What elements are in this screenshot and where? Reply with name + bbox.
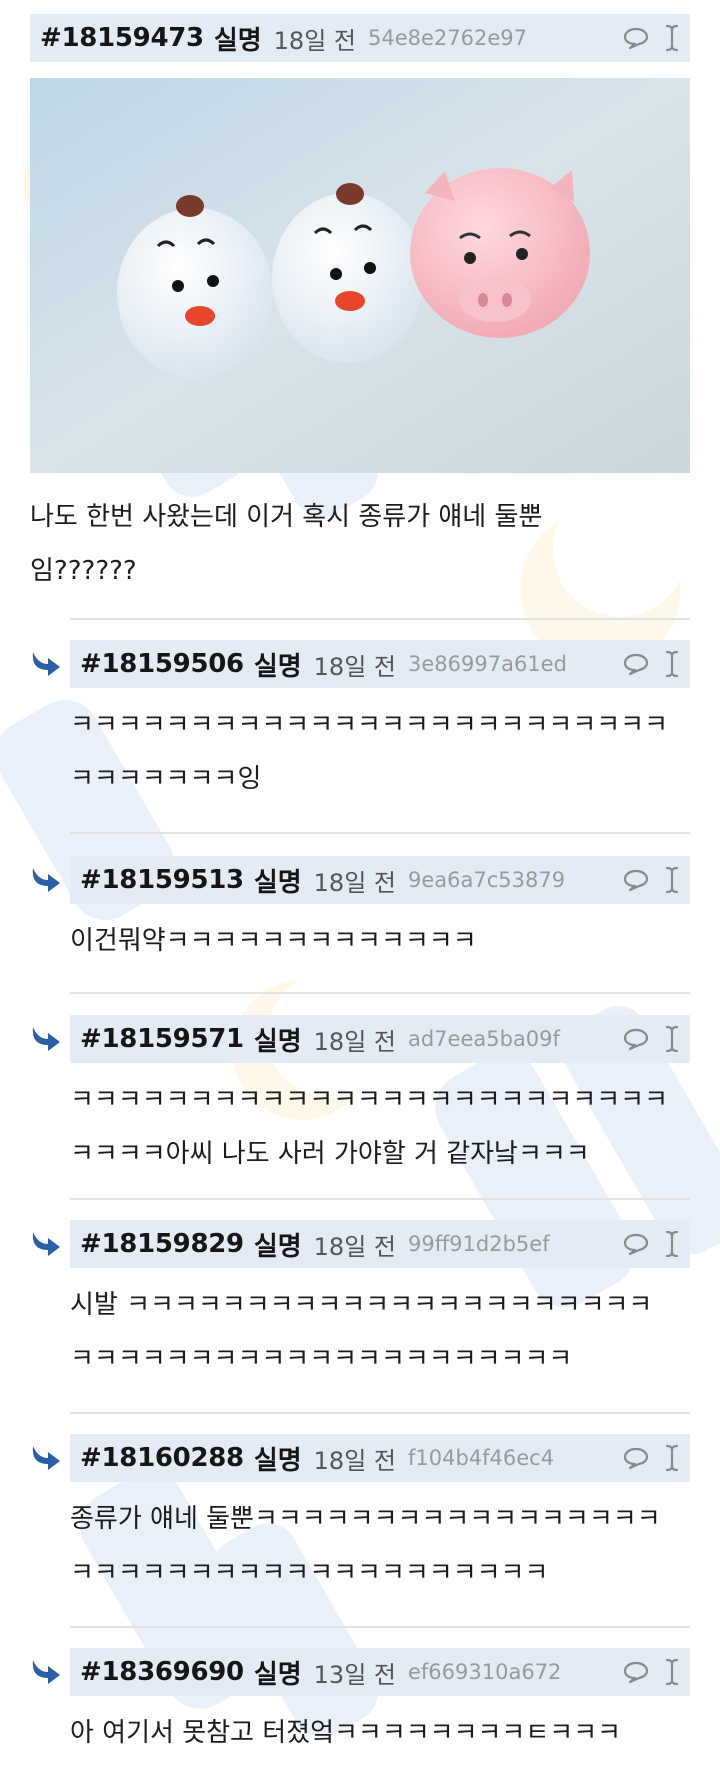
reply-divider (70, 618, 690, 620)
reply-text: ㅋㅋㅋㅋㅋㅋㅋㅋㅋㅋㅋㅋㅋㅋㅋㅋㅋㅋㅋㅋㅋㅋㅋㅋㅋ ㅋㅋㅋㅋ아씨 나도 사러 가… (70, 1085, 669, 1169)
post-image[interactable] (30, 78, 690, 473)
reply-hash: ad7eea5ba09f (407, 1027, 560, 1051)
reply-time: 18일 전 (313, 868, 396, 897)
reply-hash: 3e86997a61ed (407, 652, 567, 676)
reply-number[interactable]: #18159571 (80, 1024, 244, 1054)
comment-bubble-icon[interactable] (622, 1027, 650, 1051)
reply-text: 아 여기서 못참고 터졌엌ㅋㅋㅋㅋㅋㅋㅋㅋㅌㅋㅋㅋ (70, 1718, 622, 1748)
text-cursor-icon[interactable] (664, 865, 680, 895)
reply-number[interactable]: #18160288 (80, 1443, 244, 1473)
reply-arrow-icon (28, 866, 62, 896)
reply-header: #18159571 실명 18일 전 ad7eea5ba09f (70, 1015, 690, 1063)
comment-bubble-icon[interactable] (622, 1232, 650, 1256)
reply-divider (70, 1412, 690, 1414)
reply-time: 18일 전 (313, 1027, 396, 1056)
reply-arrow-icon (28, 650, 62, 680)
post-author: 실명 (213, 25, 262, 56)
comment-bubble-icon[interactable] (622, 652, 650, 676)
reply-hash: f104b4f46ec4 (407, 1446, 555, 1470)
reply-header: #18159513 실명 18일 전 9ea6a7c53879 (70, 856, 690, 904)
post-text: 나도 한번 사왔는데 이거 혹시 종류가 얘네 둘뿐 임?????? (30, 502, 543, 586)
reply-arrow-icon (28, 1025, 62, 1055)
reply-divider (70, 1198, 690, 1200)
reply-number[interactable]: #18159506 (80, 649, 244, 679)
reply-hash: ef669310a672 (407, 1660, 562, 1684)
reply-actions (622, 865, 680, 895)
reply-divider (70, 832, 690, 834)
reply-author: 실명 (253, 1026, 302, 1057)
reply-header: #18159506 실명 18일 전 3e86997a61ed (70, 640, 690, 688)
post-number[interactable]: #18159473 (40, 23, 204, 53)
text-cursor-icon[interactable] (664, 649, 680, 679)
text-cursor-icon[interactable] (664, 1024, 680, 1054)
reply-author: 실명 (253, 867, 302, 898)
text-cursor-icon[interactable] (664, 23, 680, 53)
reply-actions (622, 1657, 680, 1687)
post-hash: 54e8e2762e97 (367, 26, 527, 50)
reply-actions (622, 1443, 680, 1473)
post-actions (622, 23, 680, 53)
reply-number[interactable]: #18369690 (80, 1657, 244, 1687)
reply-author: 실명 (253, 1659, 302, 1690)
comment-bubble-icon[interactable] (622, 1446, 650, 1470)
reply-hash: 9ea6a7c53879 (407, 868, 566, 892)
text-cursor-icon[interactable] (664, 1229, 680, 1259)
text-cursor-icon[interactable] (664, 1443, 680, 1473)
reply-number[interactable]: #18159829 (80, 1229, 244, 1259)
reply-actions (622, 649, 680, 679)
reply-divider (70, 1626, 690, 1628)
reply-author: 실명 (253, 1231, 302, 1262)
reply-author: 실명 (253, 651, 302, 682)
reply-divider (70, 992, 690, 994)
text-cursor-icon[interactable] (664, 1657, 680, 1687)
reply-number[interactable]: #18159513 (80, 865, 244, 895)
reply-header: #18369690 실명 13일 전 ef669310a672 (70, 1648, 690, 1696)
reply-text: 이건뭐약ㅋㅋㅋㅋㅋㅋㅋㅋㅋㅋㅋㅋㅋ (70, 926, 477, 956)
reply-author: 실명 (253, 1445, 302, 1476)
thread-page: #18159473 실명 18일 전 54e8e2762e97 나도 한번 사왔… (0, 0, 720, 1766)
reply-hash: 99ff91d2b5ef (407, 1232, 550, 1256)
reply-time: 18일 전 (313, 652, 396, 681)
reply-time: 13일 전 (313, 1660, 396, 1689)
post-header: #18159473 실명 18일 전 54e8e2762e97 (30, 14, 690, 62)
reply-text: 종류가 얘네 둘뿐ㅋㅋㅋㅋㅋㅋㅋㅋㅋㅋㅋㅋㅋㅋㅋㅋㅋ ㅋㅋㅋㅋㅋㅋㅋㅋㅋㅋㅋㅋㅋ… (70, 1504, 661, 1588)
post-time: 18일 전 (273, 26, 356, 55)
reply-header: #18160288 실명 18일 전 f104b4f46ec4 (70, 1434, 690, 1482)
reply-text: ㅋㅋㅋㅋㅋㅋㅋㅋㅋㅋㅋㅋㅋㅋㅋㅋㅋㅋㅋㅋㅋㅋㅋㅋㅋ ㅋㅋㅋㅋㅋㅋㅋ잉 (70, 710, 669, 794)
reply-actions (622, 1229, 680, 1259)
reply-time: 18일 전 (313, 1232, 396, 1261)
reply-arrow-icon (28, 1658, 62, 1688)
reply-header: #18159829 실명 18일 전 99ff91d2b5ef (70, 1220, 690, 1268)
reply-time: 18일 전 (313, 1446, 396, 1475)
comment-bubble-icon[interactable] (622, 1660, 650, 1684)
reply-arrow-icon (28, 1230, 62, 1260)
toy-pig (410, 168, 590, 338)
reply-actions (622, 1024, 680, 1054)
comment-bubble-icon[interactable] (622, 26, 650, 50)
comment-bubble-icon[interactable] (622, 868, 650, 892)
reply-arrow-icon (28, 1444, 62, 1474)
reply-text: 시발 ㅋㅋㅋㅋㅋㅋㅋㅋㅋㅋㅋㅋㅋㅋㅋㅋㅋㅋㅋㅋㅋㅋ ㅋㅋㅋㅋㅋㅋㅋㅋㅋㅋㅋㅋㅋㅋ… (70, 1290, 653, 1374)
